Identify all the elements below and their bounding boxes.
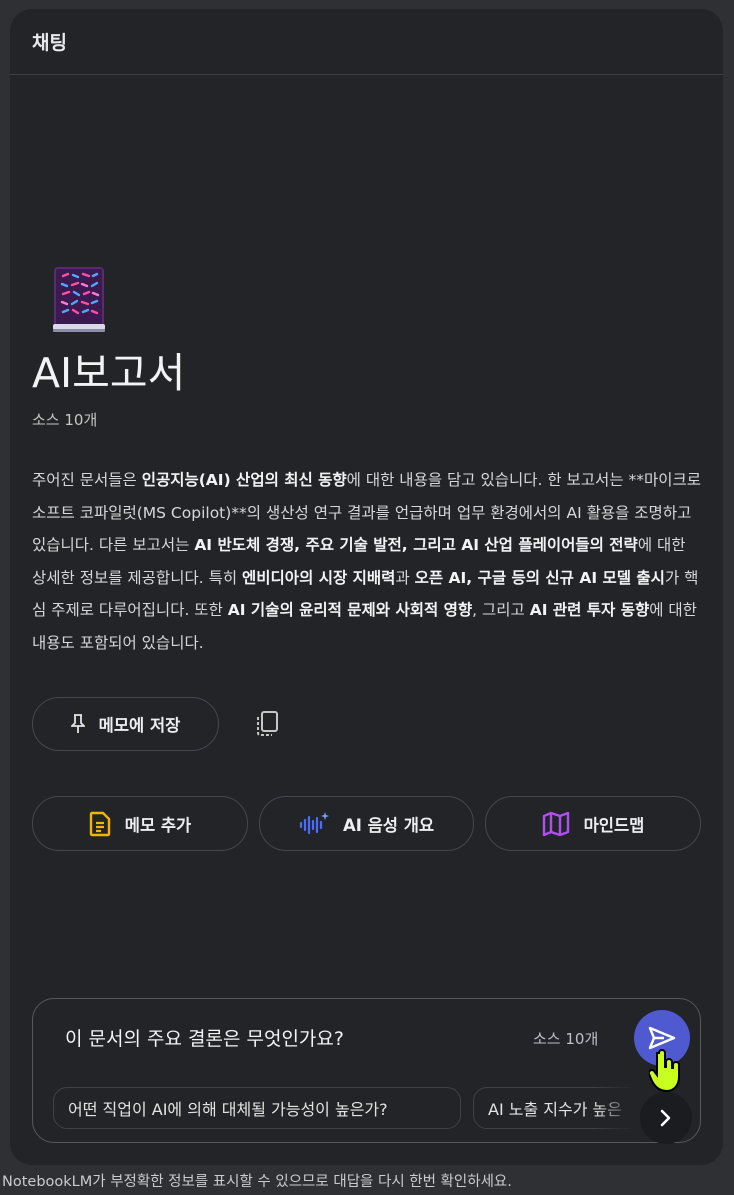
mind-map-button[interactable]: 마인드맵 bbox=[485, 796, 701, 851]
chat-composer: 이 문서의 주요 결론은 무엇인가요? 소스 10개 어떤 직업이 AI에 의해… bbox=[32, 998, 701, 1144]
audio-waveform-icon bbox=[299, 811, 329, 834]
add-note-button[interactable]: 메모 추가 bbox=[32, 796, 248, 851]
suggestion-chip[interactable]: 어떤 직업이 AI에 의해 대체될 가능성이 높은가? bbox=[53, 1087, 461, 1129]
disclaimer-text: NotebookLM가 부정확한 정보를 표시할 수 있으므로 대답을 다시 한… bbox=[2, 1174, 512, 1190]
hand-cursor-icon bbox=[649, 1049, 680, 1093]
pin-icon bbox=[70, 714, 85, 733]
query-input[interactable]: 이 문서의 주요 결론은 무엇인가요? bbox=[65, 1024, 344, 1051]
mind-map-label: 마인드맵 bbox=[583, 815, 645, 835]
panel-title: 채팅 bbox=[32, 32, 67, 54]
chevron-right-icon bbox=[660, 1109, 671, 1127]
chips-fade bbox=[593, 1087, 643, 1133]
chat-panel-header: 채팅 bbox=[10, 9, 723, 75]
note-icon bbox=[89, 811, 110, 836]
notebook-source-count: 소스 10개 bbox=[32, 411, 98, 429]
notebook-book-icon bbox=[53, 267, 105, 332]
audio-overview-label: AI 음성 개요 bbox=[342, 815, 435, 835]
audio-overview-button[interactable]: AI 음성 개요 bbox=[259, 796, 474, 851]
next-suggestions-button[interactable] bbox=[640, 1092, 692, 1144]
chat-panel: 채팅 AI보고서 소스 10개 주어진 문서들은 인공지능(AI) 산업의 최신… bbox=[10, 9, 723, 1165]
save-to-note-button[interactable]: 메모에 저장 bbox=[32, 697, 219, 751]
send-icon bbox=[648, 1026, 676, 1050]
suggestion-chips: 어떤 직업이 AI에 의해 대체될 가능성이 높은가? AI 노출 지수가 높은 bbox=[53, 1087, 643, 1133]
composer-source-count: 소스 10개 bbox=[533, 1030, 599, 1048]
add-note-label: 메모 추가 bbox=[124, 815, 192, 835]
notebook-title: AI보고서 bbox=[32, 349, 186, 397]
notebook-summary: 주어진 문서들은 인공지능(AI) 산업의 최신 동향에 대한 내용을 담고 있… bbox=[32, 471, 702, 652]
copy-icon[interactable] bbox=[254, 710, 280, 738]
save-to-note-label: 메모에 저장 bbox=[98, 716, 181, 735]
map-icon bbox=[542, 811, 569, 836]
